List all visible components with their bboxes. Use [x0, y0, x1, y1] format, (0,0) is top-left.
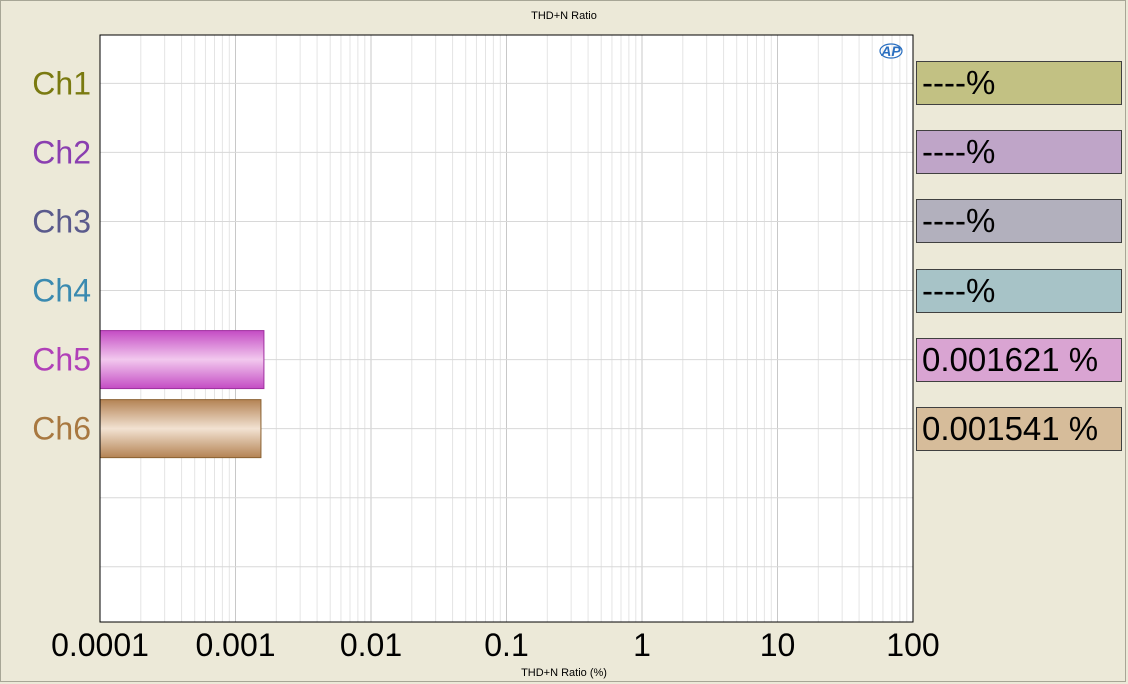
readout-ch1: ----%	[916, 61, 1122, 106]
x-tick-label: 1	[633, 627, 651, 663]
category-label-ch3: Ch3	[32, 203, 91, 239]
x-tick-label: 10	[760, 627, 796, 663]
x-tick-label: 0.001	[195, 627, 275, 663]
category-label-ch2: Ch2	[32, 134, 91, 170]
x-tick-label: 0.0001	[51, 627, 149, 663]
bar-ch5[interactable]	[99, 330, 265, 390]
readout-ch5: 0.001621 %	[916, 337, 1122, 382]
bar-ch6[interactable]	[99, 399, 262, 459]
readout-ch2: ----%	[916, 130, 1122, 175]
x-tick-label: 100	[886, 627, 939, 663]
readout-ch6: 0.001541 %	[916, 406, 1122, 451]
category-label-ch1: Ch1	[32, 65, 91, 101]
x-tick-labels: 0.0001 0.001 0.01 0.1 1 10 100	[51, 627, 940, 663]
category-label-ch5: Ch5	[32, 342, 91, 378]
category-label-ch4: Ch4	[32, 273, 91, 309]
category-labels: Ch1 Ch2 Ch3 Ch4 Ch5 Ch6	[32, 65, 91, 446]
category-label-ch6: Ch6	[32, 411, 91, 447]
readout-ch3: ----%	[916, 199, 1122, 244]
x-tick-label: 0.1	[484, 627, 528, 663]
readout-ch4: ----%	[916, 268, 1122, 313]
x-tick-label: 0.01	[340, 627, 402, 663]
